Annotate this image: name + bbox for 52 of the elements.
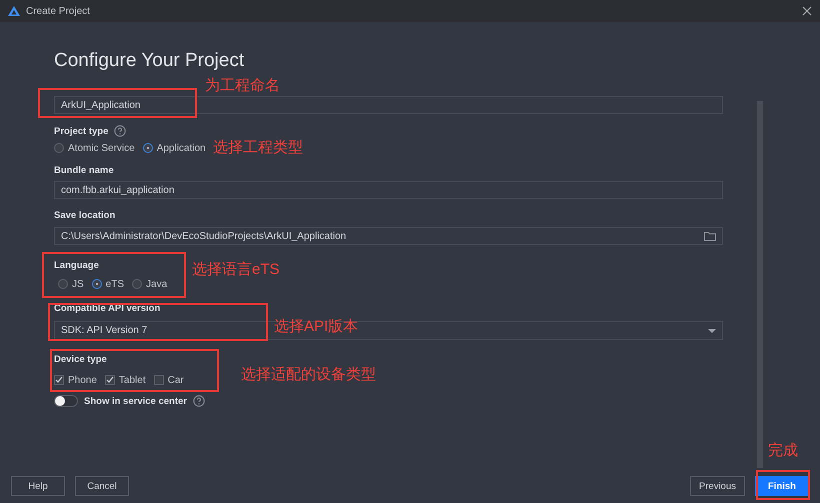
dialog-button[interactable]: Previous xyxy=(690,476,745,496)
option-label: eTS xyxy=(106,278,124,290)
save-location-field[interactable]: C:\Users\Administrator\DevEcoStudioProjects\ArkUI_Application xyxy=(54,227,723,245)
option-label: Phone xyxy=(68,374,97,386)
checkbox-option[interactable]: Tablet xyxy=(104,374,146,386)
field-label: Project type xyxy=(54,126,108,136)
radio-option[interactable]: eTS xyxy=(92,278,124,290)
finish-button[interactable]: Finish xyxy=(755,476,809,496)
annotation-text: 选择适配的设备类型 xyxy=(241,365,376,384)
annotation-box xyxy=(756,470,810,500)
checkbox-option[interactable]: Phone xyxy=(54,374,97,386)
toggle-switch[interactable] xyxy=(54,395,78,407)
close-icon[interactable] xyxy=(802,6,812,16)
option-label: Car xyxy=(168,374,184,386)
help-icon[interactable] xyxy=(192,395,205,407)
field-label: Save location xyxy=(54,210,116,221)
radio-button[interactable] xyxy=(92,279,102,289)
toggle-label: Show in service center xyxy=(84,396,187,406)
project-name-field[interactable]: ArkUI_Application xyxy=(54,96,723,114)
checkbox[interactable] xyxy=(54,375,64,385)
annotation-text: 为工程命名 xyxy=(205,76,280,95)
radio-button[interactable] xyxy=(54,143,64,153)
radio-button[interactable] xyxy=(142,143,153,153)
field-label: Bundle name xyxy=(54,165,114,176)
bundle-name-field[interactable]: com.fbb.arkui_application xyxy=(54,181,723,199)
option-label: Application xyxy=(156,142,206,154)
page-heading: Configure Your Project xyxy=(54,50,244,72)
checkbox[interactable] xyxy=(104,375,115,385)
option-label: Java xyxy=(146,278,168,290)
folder-icon[interactable] xyxy=(704,231,716,241)
radio-option[interactable]: JS xyxy=(58,278,84,290)
annotation-text: 选择语言eTS xyxy=(192,260,280,279)
field-label: Device type xyxy=(54,354,107,365)
window-title: Create Project xyxy=(26,6,90,16)
option-label: JS xyxy=(72,278,84,290)
dialog-button[interactable]: Cancel xyxy=(75,476,129,496)
option-label: Tablet xyxy=(118,374,146,386)
checkbox[interactable] xyxy=(154,375,164,385)
radio-option[interactable]: Application xyxy=(142,142,206,154)
field-label: Language xyxy=(54,260,99,271)
help-icon[interactable] xyxy=(114,125,126,137)
annotation-text: 选择工程类型 xyxy=(213,138,303,157)
app-logo-icon xyxy=(8,6,20,16)
radio-button[interactable] xyxy=(58,279,68,289)
checkbox-option[interactable]: Car xyxy=(154,374,184,386)
option-label: Atomic Service xyxy=(68,142,135,154)
radio-button[interactable] xyxy=(132,279,142,289)
annotation-text: 完成 xyxy=(768,441,798,460)
dialog-button[interactable]: Help xyxy=(11,476,65,496)
radio-option[interactable]: Java xyxy=(132,278,168,290)
dropdown-caret-icon xyxy=(708,328,716,334)
radio-option[interactable]: Atomic Service xyxy=(54,142,135,154)
